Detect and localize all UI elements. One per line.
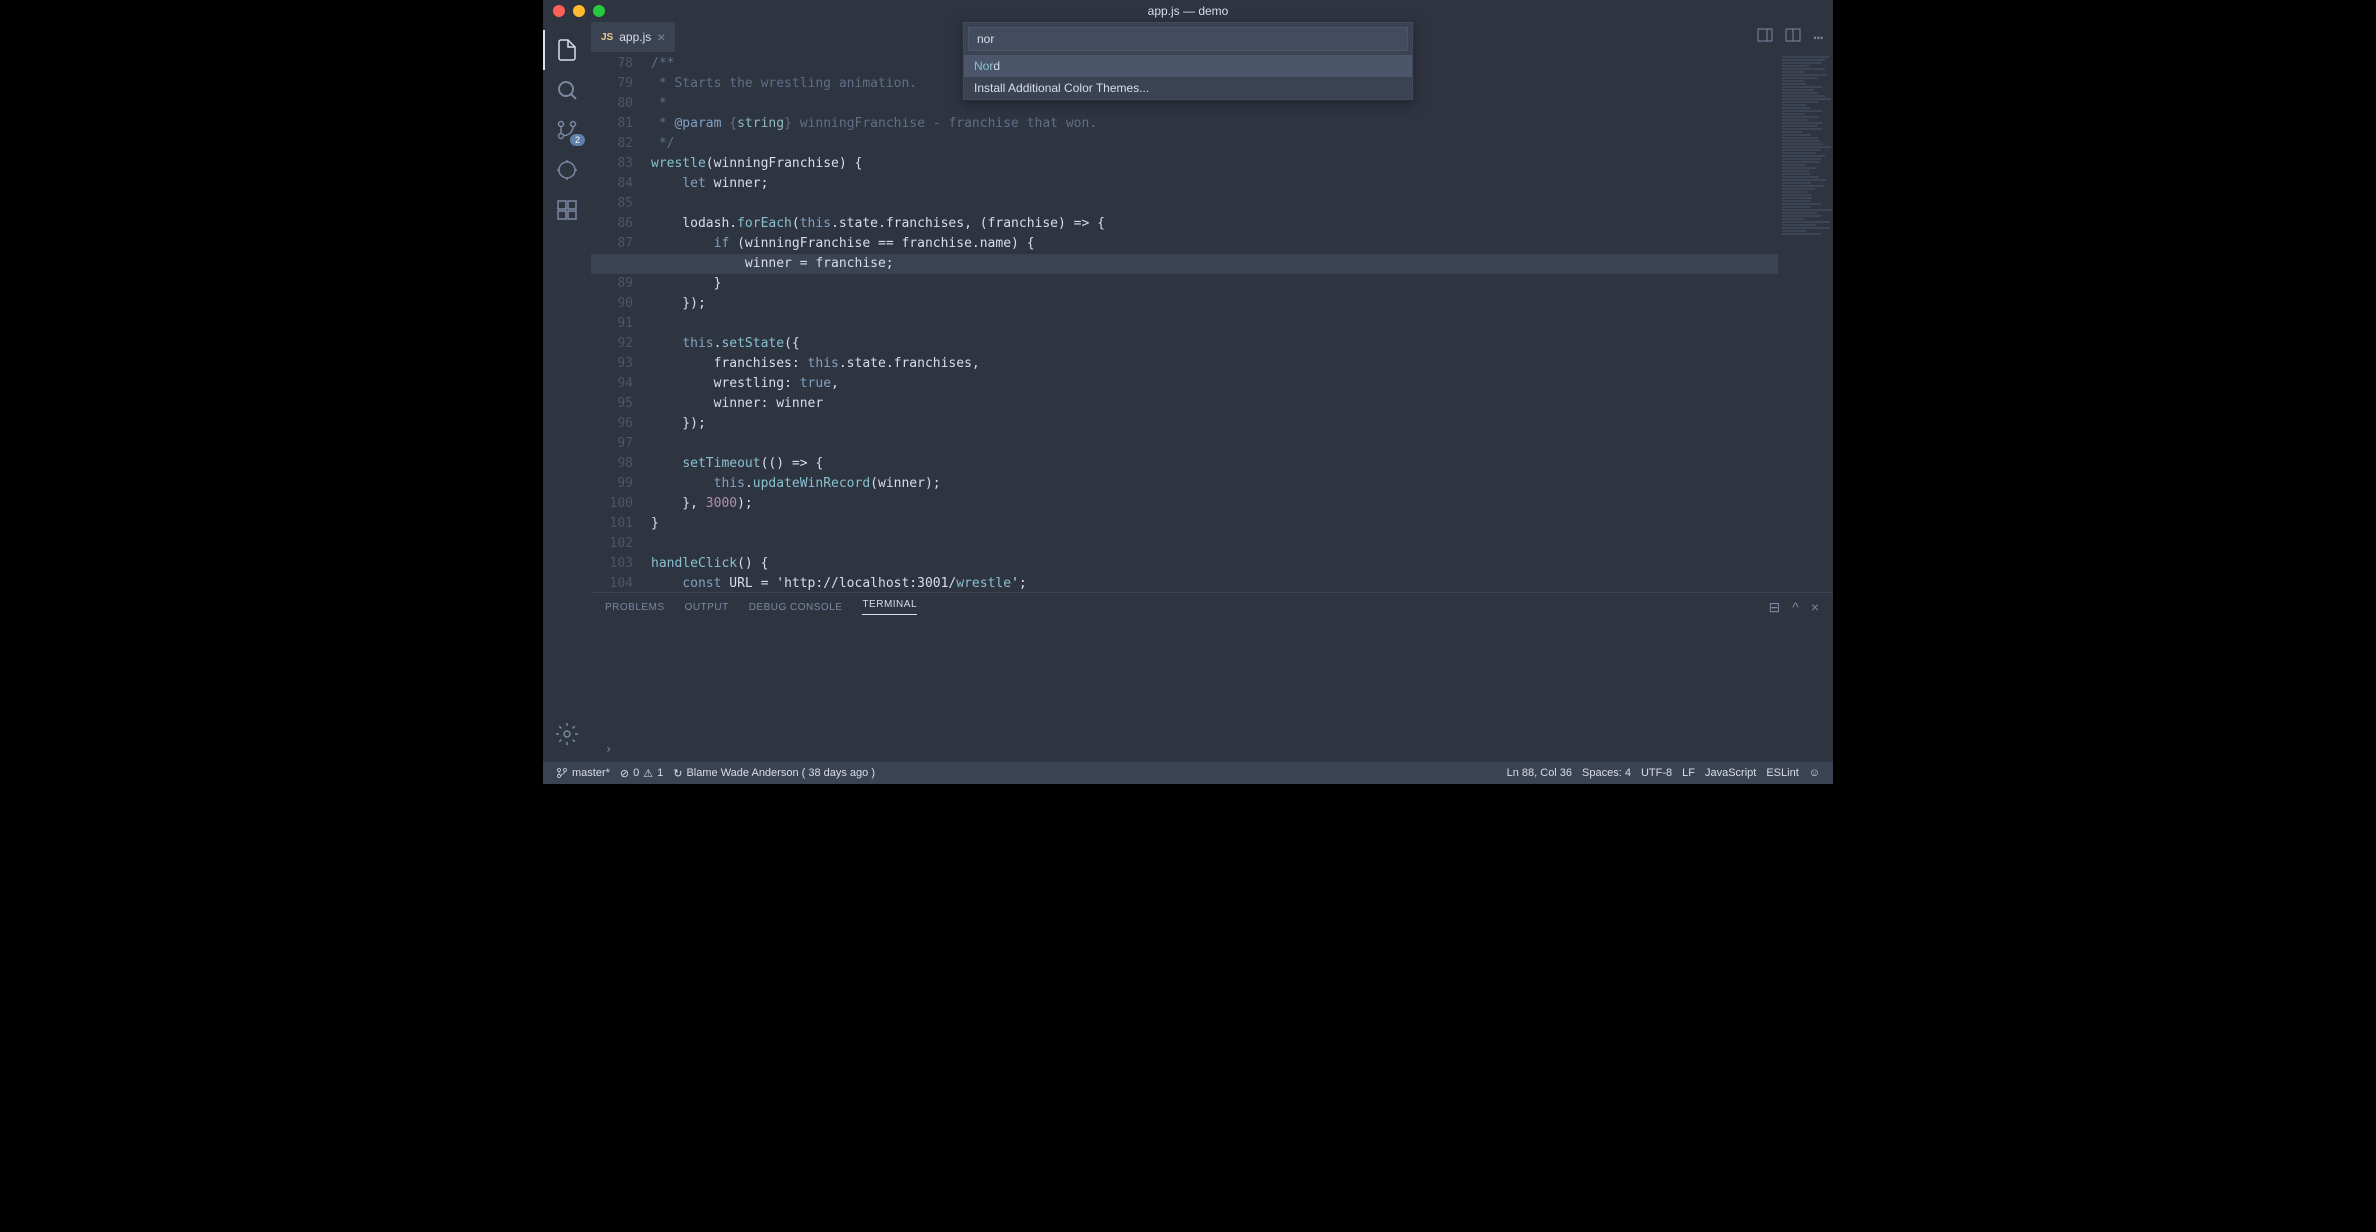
quick-pick-item-nord[interactable]: Nord (964, 55, 1412, 77)
extensions-activity[interactable] (543, 190, 591, 230)
close-panel-icon[interactable]: × (1811, 599, 1819, 616)
panel-actions: ⊟ ^ × (1769, 599, 1820, 616)
debug-activity[interactable] (543, 150, 591, 190)
quick-pick: Nord Install Additional Color Themes... (963, 22, 1413, 100)
smiley-icon: ☺ (1809, 767, 1820, 779)
titlebar: app.js — demo (543, 0, 1833, 22)
warning-icon: ⚠ (643, 767, 653, 780)
traffic-lights (543, 5, 605, 17)
branch-icon (556, 767, 568, 779)
split-editor-icon[interactable] (1785, 27, 1801, 47)
status-blame[interactable]: ↻ Blame Wade Anderson ( 38 days ago ) (668, 767, 880, 780)
panel-tab-problems[interactable]: PROBLEMS (605, 602, 665, 613)
minimap[interactable] (1778, 52, 1833, 592)
error-icon: ⊘ (620, 767, 629, 780)
editor-body[interactable]: 7879808182838485868788899091929394959697… (591, 52, 1833, 592)
explorer-activity[interactable] (543, 30, 591, 70)
bug-icon (555, 158, 579, 182)
line-gutter: 7879808182838485868788899091929394959697… (591, 52, 651, 592)
editor-actions: ⋯ (1757, 22, 1833, 52)
statusbar: master* ⊘0 ⚠1 ↻ Blame Wade Anderson ( 38… (543, 762, 1833, 784)
code-content[interactable]: /** * Starts the wrestling animation. * … (651, 52, 1778, 592)
activity-bar: 2 (543, 22, 591, 762)
quick-pick-item-install-themes[interactable]: Install Additional Color Themes... (964, 77, 1412, 99)
window-title: app.js — demo (1148, 4, 1229, 18)
panel-tab-debug-console[interactable]: DEBUG CONSOLE (749, 602, 843, 613)
panel-tab-output[interactable]: OUTPUT (685, 602, 729, 613)
status-feedback[interactable]: ☺ (1804, 767, 1825, 779)
tab-app-js[interactable]: JS app.js × (591, 22, 675, 52)
panel-tabs: PROBLEMS OUTPUT DEBUG CONSOLE TERMINAL ⊟… (591, 593, 1833, 621)
clear-terminal-icon[interactable]: ⊟ (1769, 599, 1781, 616)
search-activity[interactable] (543, 70, 591, 110)
status-spaces[interactable]: Spaces: 4 (1577, 767, 1636, 779)
terminal-body[interactable]: › (591, 621, 1833, 762)
split-right-icon[interactable] (1757, 27, 1773, 47)
status-cursor[interactable]: Ln 88, Col 36 (1502, 767, 1577, 779)
status-encoding[interactable]: UTF-8 (1636, 767, 1677, 779)
panel-tab-terminal[interactable]: TERMINAL (862, 599, 917, 615)
status-branch[interactable]: master* (551, 767, 615, 779)
js-file-icon: JS (601, 32, 613, 43)
terminal-prompt-chevron: › (605, 742, 612, 756)
close-window-button[interactable] (553, 5, 565, 17)
files-icon (555, 38, 579, 62)
extensions-icon (555, 198, 579, 222)
sync-icon: ↻ (673, 767, 682, 780)
status-eol[interactable]: LF (1677, 767, 1700, 779)
quick-pick-input[interactable] (968, 27, 1408, 51)
status-language[interactable]: JavaScript (1700, 767, 1761, 779)
panel: PROBLEMS OUTPUT DEBUG CONSOLE TERMINAL ⊟… (591, 592, 1833, 762)
settings-activity[interactable] (543, 714, 591, 754)
tab-label: app.js (619, 30, 651, 44)
app-window: app.js — demo Nord Install Additional Co… (543, 0, 1833, 784)
main-area: 2 JS app.js × (543, 22, 1833, 762)
more-actions-icon[interactable]: ⋯ (1813, 28, 1823, 47)
gear-icon (555, 722, 579, 746)
minimap-content (1778, 52, 1833, 240)
maximize-window-button[interactable] (593, 5, 605, 17)
minimize-window-button[interactable] (573, 5, 585, 17)
status-eslint[interactable]: ESLint (1761, 767, 1803, 779)
tab-close-icon[interactable]: × (657, 29, 665, 45)
scm-badge: 2 (570, 134, 585, 146)
status-right: Ln 88, Col 36 Spaces: 4 UTF-8 LF JavaScr… (1502, 767, 1825, 779)
editor-area: JS app.js × ⋯ 78798081828384858687888990… (591, 22, 1833, 762)
status-problems[interactable]: ⊘0 ⚠1 (615, 767, 668, 780)
maximize-panel-icon[interactable]: ^ (1792, 599, 1799, 616)
search-icon (555, 78, 579, 102)
scm-activity[interactable]: 2 (543, 110, 591, 150)
